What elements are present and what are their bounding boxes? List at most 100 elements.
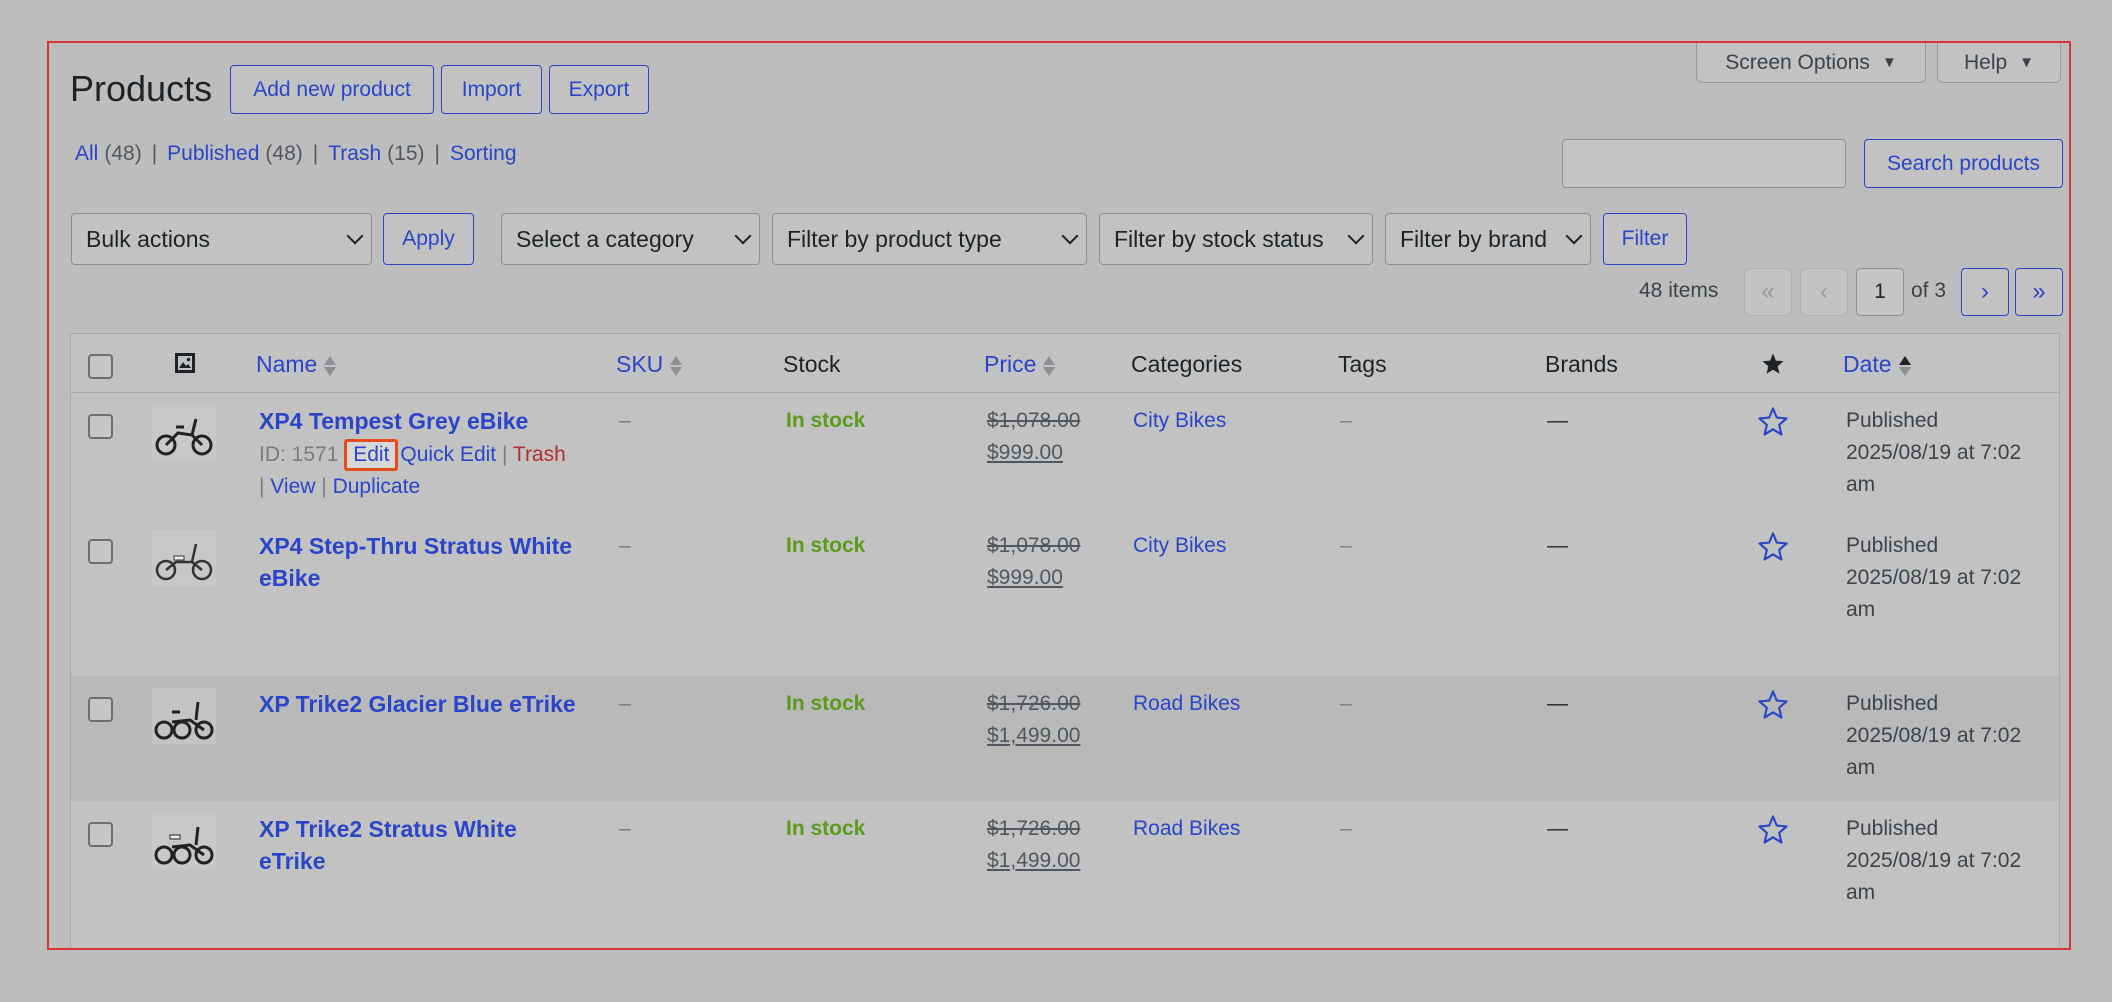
select-all-checkbox[interactable]: [88, 354, 113, 379]
column-tags: Tags: [1338, 351, 1387, 377]
category-link[interactable]: Road Bikes: [1133, 688, 1240, 720]
view-trash-link[interactable]: Trash: [328, 142, 381, 166]
sku-value: –: [619, 692, 631, 715]
category-select[interactable]: Select a category: [501, 213, 760, 265]
tags-value: –: [1340, 534, 1352, 557]
help-label: Help: [1963, 50, 2008, 74]
table-row: XP4 Step-Thru Stratus White eBike – In s…: [71, 518, 2059, 676]
date-time: am: [1846, 881, 1876, 904]
product-type-value: Filter by product type: [787, 225, 1002, 252]
column-date[interactable]: Date: [1843, 351, 1912, 378]
product-name-link[interactable]: XP4 Tempest Grey eBike: [259, 405, 589, 437]
page-title: Products: [70, 68, 213, 109]
ebike-thumbnail-icon[interactable]: [152, 813, 216, 869]
export-button[interactable]: Export: [549, 65, 649, 114]
screen-options-label: Screen Options: [1725, 50, 1870, 74]
column-name[interactable]: Name: [256, 351, 337, 378]
brand-value: Filter by brand: [1400, 225, 1548, 252]
duplicate-link[interactable]: Duplicate: [333, 475, 421, 498]
first-page-button[interactable]: «: [1744, 268, 1792, 316]
date-status: Published: [1846, 409, 1939, 432]
product-name-link[interactable]: XP Trike2 Stratus White eTrike: [259, 813, 589, 877]
category-link[interactable]: City Bikes: [1133, 405, 1226, 437]
view-trash-count: (15): [387, 142, 425, 165]
sku-value: –: [619, 817, 631, 840]
star-outline-icon[interactable]: [1757, 689, 1789, 721]
chevron-down-icon: [1061, 227, 1079, 245]
category-link[interactable]: Road Bikes: [1133, 813, 1240, 845]
star-outline-icon[interactable]: [1757, 406, 1789, 438]
date-status: Published: [1846, 817, 1939, 840]
current-page-input[interactable]: 1: [1856, 268, 1904, 316]
column-stock: Stock: [783, 351, 841, 377]
view-sorting-link[interactable]: Sorting: [450, 142, 517, 166]
help-button[interactable]: Help ▼: [1937, 43, 2061, 83]
star-outline-icon[interactable]: [1757, 531, 1789, 563]
category-link[interactable]: City Bikes: [1133, 530, 1226, 562]
screen-options-button[interactable]: Screen Options ▼: [1696, 43, 1926, 83]
products-screen: Screen Options ▼ Help ▼ Products Add new…: [47, 41, 2071, 950]
brands-value: —: [1547, 692, 1568, 715]
column-sku[interactable]: SKU: [616, 351, 683, 378]
sku-value: –: [619, 534, 631, 557]
prev-page-button[interactable]: ‹: [1800, 268, 1848, 316]
date-cell: Published 2025/08/19 at 7:02 am: [1846, 405, 2046, 501]
table-row: XP Trike2 Stratus White eTrike – In stoc…: [71, 801, 2059, 948]
column-categories: Categories: [1131, 351, 1243, 377]
row-checkbox[interactable]: [88, 539, 113, 564]
price-cell: $1,078.00 $999.00: [987, 530, 1080, 594]
price-cell: $1,726.00 $1,499.00: [987, 813, 1080, 877]
sale-price: $999.00: [987, 566, 1063, 589]
bulk-actions-select[interactable]: Bulk actions: [71, 213, 372, 265]
import-button[interactable]: Import: [441, 65, 542, 114]
table-row: XP4 Tempest Grey eBike ID: 1571 Edit Quic…: [71, 393, 2059, 518]
chevron-down-icon: [1565, 227, 1583, 245]
brand-select[interactable]: Filter by brand: [1385, 213, 1591, 265]
edit-link[interactable]: Edit: [353, 443, 389, 466]
total-pages-label: of 3: [1911, 279, 1947, 302]
search-input[interactable]: [1562, 139, 1846, 188]
category-value: Select a category: [516, 225, 694, 252]
stock-status: In stock: [786, 692, 866, 715]
row-checkbox[interactable]: [88, 414, 113, 439]
regular-price: $1,078.00: [987, 409, 1081, 432]
view-published-link[interactable]: Published: [167, 142, 259, 166]
star-filled-icon[interactable]: [1761, 352, 1785, 376]
next-page-button[interactable]: ›: [1961, 268, 2009, 316]
date-cell: Published 2025/08/19 at 7:02 am: [1846, 530, 2046, 626]
add-new-product-button[interactable]: Add new product: [230, 65, 434, 114]
stock-status: In stock: [786, 534, 866, 557]
date-value: 2025/08/19 at 7:02: [1846, 441, 2022, 464]
search-products-button[interactable]: Search products: [1864, 139, 2063, 188]
table-header: Name SKU Stock Price Categories Tags Bra…: [71, 334, 2059, 393]
view-all-count: (48): [104, 142, 142, 165]
product-type-select[interactable]: Filter by product type: [772, 213, 1087, 265]
view-all-link[interactable]: All: [75, 142, 98, 166]
edit-highlight: Edit: [344, 439, 399, 471]
ebike-thumbnail-icon[interactable]: [152, 405, 216, 461]
trash-link[interactable]: Trash: [513, 443, 566, 466]
view-link[interactable]: View: [270, 475, 315, 498]
last-page-button[interactable]: »: [2015, 268, 2063, 316]
sort-icon: [1042, 354, 1056, 378]
row-checkbox[interactable]: [88, 822, 113, 847]
sort-icon: [323, 354, 337, 378]
ebike-thumbnail-icon[interactable]: [152, 688, 216, 744]
chevron-down-icon: [346, 227, 364, 245]
stock-status: In stock: [786, 409, 866, 432]
stock-status-select[interactable]: Filter by stock status: [1099, 213, 1373, 265]
quick-edit-link[interactable]: Quick Edit: [400, 443, 496, 466]
star-outline-icon[interactable]: [1757, 814, 1789, 846]
date-time: am: [1846, 756, 1876, 779]
filter-button[interactable]: Filter: [1603, 213, 1687, 265]
apply-button[interactable]: Apply: [383, 213, 474, 265]
regular-price: $1,078.00: [987, 534, 1081, 557]
row-checkbox[interactable]: [88, 697, 113, 722]
price-cell: $1,726.00 $1,499.00: [987, 688, 1080, 752]
product-name-link[interactable]: XP Trike2 Glacier Blue eTrike: [259, 688, 589, 720]
date-time: am: [1846, 473, 1876, 496]
regular-price: $1,726.00: [987, 817, 1081, 840]
product-name-link[interactable]: XP4 Step-Thru Stratus White eBike: [259, 530, 589, 594]
ebike-thumbnail-icon[interactable]: [152, 530, 216, 586]
column-price[interactable]: Price: [984, 351, 1056, 378]
